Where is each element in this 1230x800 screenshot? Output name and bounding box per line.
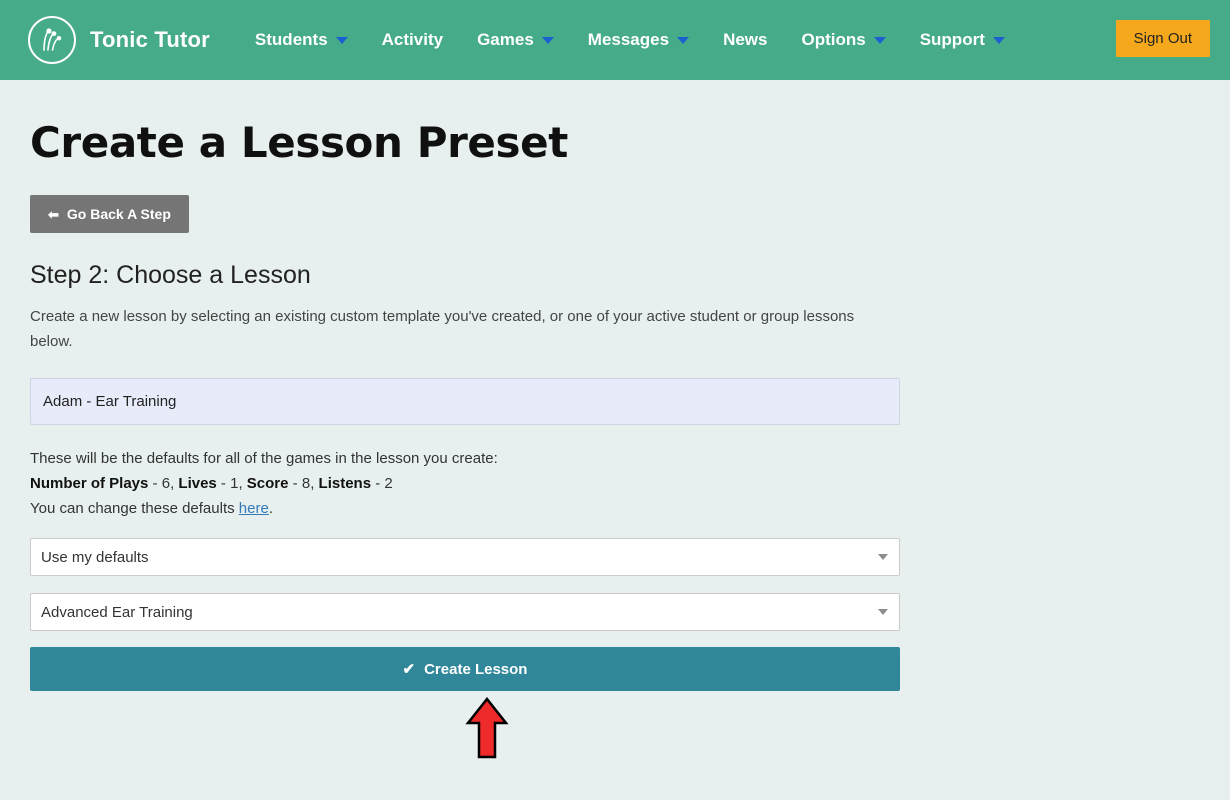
change-text-before: You can change these defaults	[30, 500, 239, 517]
defaults-info-block: These will be the defaults for all of th…	[30, 446, 1200, 521]
nav-label: Students	[254, 30, 328, 49]
change-defaults-link[interactable]: here	[239, 500, 269, 517]
page-title: Create a Lesson Preset	[30, 118, 568, 167]
lesson-option-item[interactable]: Adam - Ear Training	[30, 378, 900, 425]
go-back-a-step-button[interactable]: ⬅ Go Back A Step	[30, 195, 189, 233]
default-sep-score: -	[288, 475, 302, 492]
nav-item-students[interactable]: Students	[238, 0, 365, 80]
red-up-arrow-annotation	[465, 697, 509, 759]
change-text-after: .	[268, 500, 273, 517]
tonic-tutor-logo-icon[interactable]	[28, 16, 76, 64]
arrow-left-icon: ⬅	[48, 206, 59, 222]
default-label-listens: Listens	[318, 475, 372, 492]
nav-label: Options	[801, 30, 866, 49]
nav-label: Activity	[381, 30, 444, 49]
chevron-down-icon	[335, 36, 348, 44]
defaults-change-line: You can change these defaults here.	[30, 496, 1200, 521]
top-navigation-bar: Tonic Tutor Students Activity Games Mess…	[0, 0, 1230, 80]
brand-name: Tonic Tutor	[90, 27, 210, 52]
default-label-lives: Lives	[178, 475, 217, 492]
nav-item-news[interactable]: News	[706, 0, 784, 80]
nav-label: Support	[919, 30, 985, 49]
nav-item-options[interactable]: Options	[784, 0, 902, 80]
step-heading: Step 2: Choose a Lesson	[30, 261, 311, 289]
defaults-values-line: Number of Plays - 6, Lives - 1, Score - …	[30, 475, 393, 492]
defaults-intro: These will be the defaults for all of th…	[30, 450, 498, 467]
default-sep-lives: -	[216, 475, 231, 492]
default-value-lives: 1	[230, 475, 239, 492]
nav-links: Students Activity Games Messages News Op…	[238, 0, 1022, 80]
check-icon: ✔	[402, 661, 416, 678]
create-lesson-label: Create Lesson	[424, 660, 528, 678]
nav-item-games[interactable]: Games	[460, 0, 571, 80]
default-value-plays: 6	[161, 475, 171, 492]
default-sep-listens: -	[371, 475, 385, 492]
brand-group[interactable]: Tonic Tutor	[28, 16, 210, 64]
step-description: Create a new lesson by selecting an exis…	[30, 308, 855, 350]
nav-item-messages[interactable]: Messages	[571, 0, 706, 80]
chevron-down-icon	[992, 36, 1005, 44]
go-back-label: Go Back A Step	[66, 206, 171, 222]
defaults-select[interactable]: Use my defaults	[30, 538, 900, 576]
chevron-down-icon	[541, 36, 554, 44]
lesson-type-select[interactable]: Advanced Ear Training	[30, 593, 900, 631]
nav-label: Games	[477, 30, 534, 49]
nav-label: News	[723, 30, 768, 49]
default-value-listens: 2	[384, 475, 393, 492]
sign-out-button[interactable]: Sign Out	[1115, 20, 1210, 57]
defaults-select-wrapper: Use my defaults	[30, 538, 900, 576]
lesson-type-select-wrapper: Advanced Ear Training	[30, 593, 900, 631]
main-content: Create a Lesson Preset ⬅ Go Back A Step …	[0, 80, 1230, 759]
default-label-score: Score	[246, 475, 289, 492]
chevron-down-icon	[677, 36, 690, 44]
nav-label: Messages	[587, 30, 670, 49]
chevron-down-icon	[873, 36, 886, 44]
nav-item-support[interactable]: Support	[903, 0, 1022, 80]
create-lesson-button[interactable]: ✔ Create Lesson	[30, 647, 900, 691]
default-label-plays: Number of Plays	[30, 475, 149, 492]
default-value-score: 8	[301, 475, 311, 492]
nav-item-activity[interactable]: Activity	[365, 0, 460, 80]
default-sep-plays: -	[148, 475, 162, 492]
